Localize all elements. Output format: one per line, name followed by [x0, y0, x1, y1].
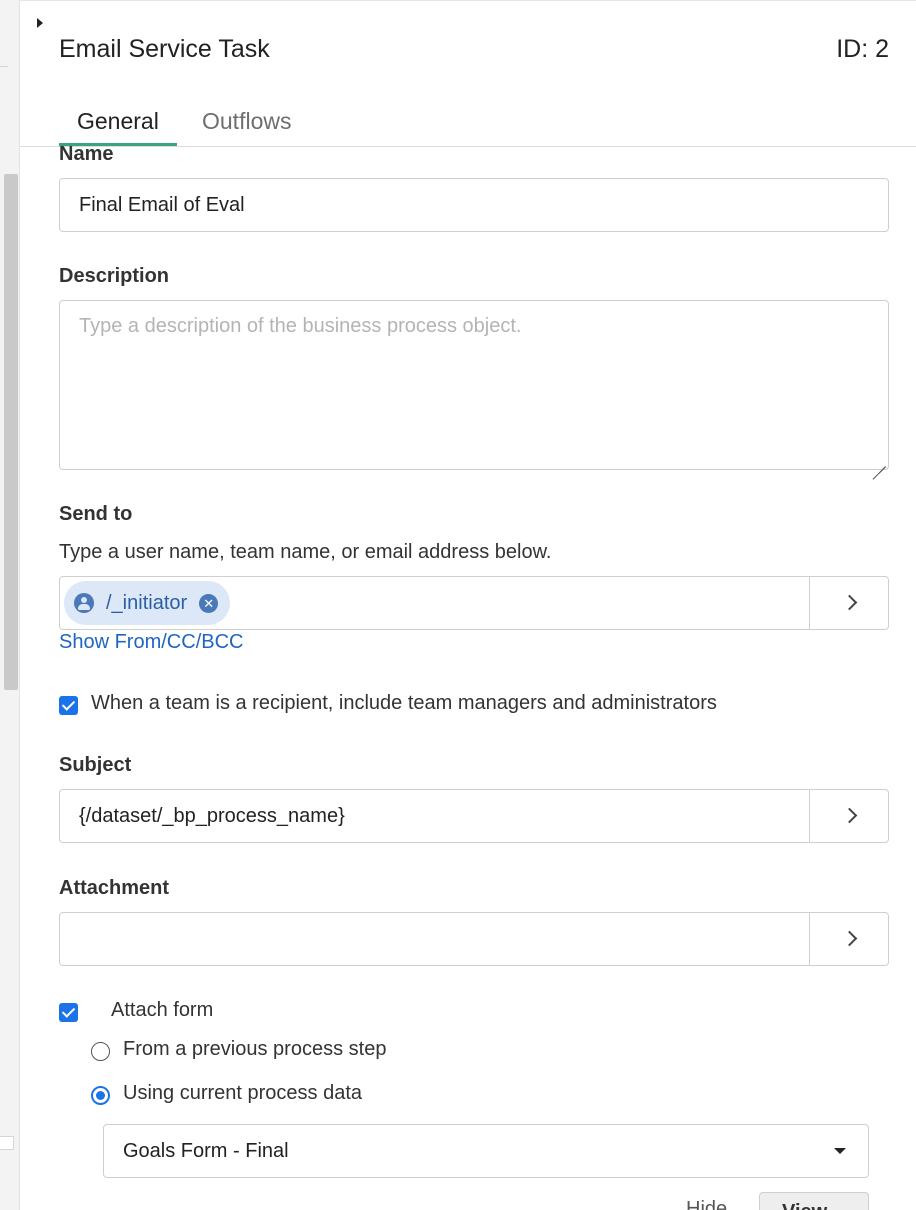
- scrollbar-thumb[interactable]: [4, 174, 18, 690]
- attachment-label: Attachment: [59, 877, 170, 899]
- subject-label: Subject: [59, 754, 132, 776]
- tab-bar: General Outflows: [20, 101, 916, 147]
- attachment-picker-button[interactable]: [809, 913, 888, 965]
- tab-outflows[interactable]: Outflows: [184, 107, 309, 146]
- attachment-value[interactable]: [60, 913, 809, 965]
- dropdown-caret-icon: [834, 1148, 846, 1154]
- user-icon: [74, 593, 94, 613]
- panel-title: Email Service Task: [59, 35, 270, 63]
- subject-picker-button[interactable]: [809, 790, 888, 842]
- description-placeholder: Type a description of the business proce…: [79, 315, 522, 337]
- recipient-area[interactable]: /_initiator ✕: [60, 577, 809, 629]
- form-select[interactable]: Goals Form - Final: [103, 1124, 869, 1178]
- divider: [0, 66, 8, 67]
- include-team-managers-label: When a team is a recipient, include team…: [91, 692, 717, 714]
- send-to-label: Send to: [59, 503, 133, 525]
- attach-form-label: Attach form: [111, 999, 214, 1021]
- hide-link[interactable]: Hide: [686, 1198, 727, 1210]
- collapse-caret-icon[interactable]: [37, 18, 43, 28]
- include-team-managers-checkbox[interactable]: [59, 696, 78, 715]
- attach-form-checkbox[interactable]: [59, 1003, 78, 1022]
- radio-current-data-label: Using current process data: [123, 1082, 363, 1104]
- subject-input[interactable]: {/dataset/_bp_process_name}: [59, 789, 889, 843]
- name-label: Name: [59, 143, 114, 165]
- attachment-input[interactable]: [59, 912, 889, 966]
- recipient-pill: /_initiator ✕: [64, 581, 231, 625]
- object-id: ID: 2: [836, 35, 889, 63]
- subject-value[interactable]: {/dataset/_bp_process_name}: [60, 790, 809, 842]
- send-to-picker-button[interactable]: [809, 577, 888, 629]
- show-from-cc-bcc-link[interactable]: Show From/CC/BCC: [59, 631, 243, 654]
- radio-previous-step-label: From a previous process step: [123, 1038, 387, 1060]
- remove-recipient-icon[interactable]: ✕: [199, 593, 219, 613]
- left-scroll-strip: [0, 0, 20, 1210]
- description-label: Description: [59, 265, 170, 287]
- resize-grip-icon[interactable]: [872, 453, 886, 467]
- radio-current-data[interactable]: [91, 1086, 110, 1105]
- radio-previous-step[interactable]: [91, 1042, 110, 1061]
- resize-corner: [0, 1136, 14, 1150]
- name-input[interactable]: Final Email of Eval: [59, 178, 889, 232]
- form-select-value: Goals Form - Final: [123, 1140, 289, 1162]
- send-to-help: Type a user name, team name, or email ad…: [59, 541, 552, 563]
- tab-general[interactable]: General: [59, 107, 177, 146]
- recipient-label: /_initiator: [106, 592, 188, 614]
- chevron-right-icon: [841, 930, 858, 947]
- send-to-input[interactable]: /_initiator ✕: [59, 576, 889, 630]
- chevron-right-icon: [841, 594, 858, 611]
- view-button[interactable]: View: [759, 1192, 869, 1210]
- chevron-right-icon: [841, 807, 858, 824]
- description-textarea[interactable]: Type a description of the business proce…: [59, 300, 889, 470]
